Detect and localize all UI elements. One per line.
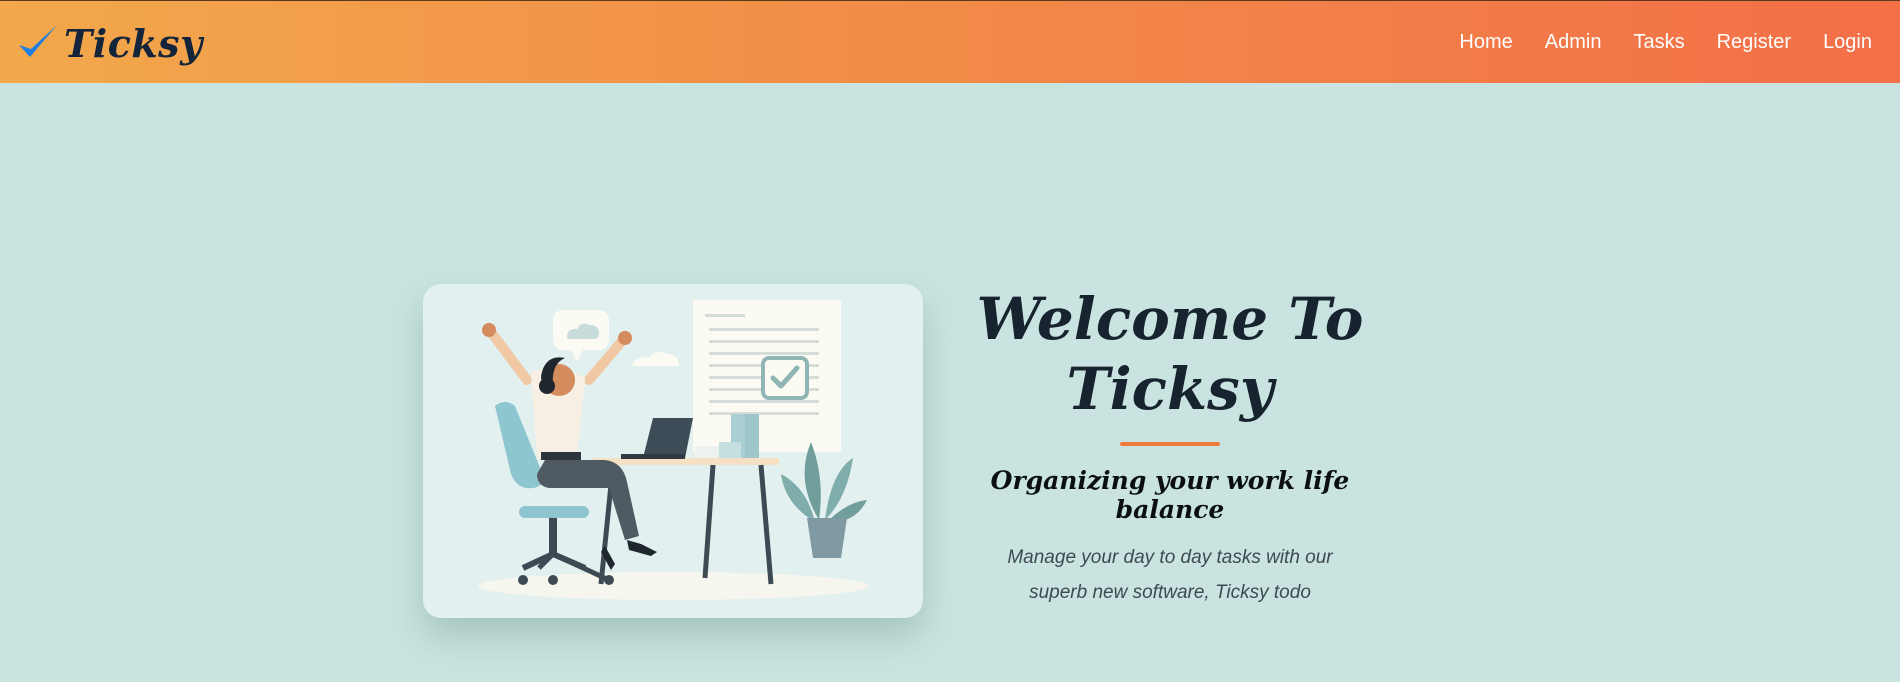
hero-description-line2: superb new software, Ticksy todo [1029, 582, 1311, 603]
brand-name: Ticksy [64, 20, 203, 66]
nav-admin-link[interactable]: Admin [1545, 31, 1602, 54]
hero-subtitle: Organizing your work life balance [990, 466, 1350, 524]
hero-title-line2: Ticksy [1066, 355, 1274, 423]
woman-celebrating-at-desk-illustration [478, 300, 868, 600]
nav-register-link[interactable]: Register [1717, 31, 1791, 54]
hero-illustration-card [423, 284, 923, 618]
hero-description-line1: Manage your day to day tasks with our [1007, 547, 1333, 568]
nav-login-link[interactable]: Login [1823, 31, 1872, 54]
nav-home-link[interactable]: Home [1459, 31, 1512, 54]
hero-title: Welcome To Ticksy [960, 284, 1380, 424]
hero-title-line1: Welcome To [976, 285, 1364, 353]
hero-description: Manage your day to day tasks with our su… [960, 540, 1380, 610]
brand-logo[interactable]: Ticksy [16, 13, 203, 73]
checkmark-icon [19, 25, 57, 57]
top-navbar: Ticksy Home Admin Tasks Register Login [0, 0, 1900, 83]
hero-divider [1120, 442, 1220, 446]
main-nav: Home Admin Tasks Register Login [1459, 1, 1900, 84]
hero-text-block: Welcome To Ticksy Organizing your work l… [960, 284, 1380, 610]
nav-tasks-link[interactable]: Tasks [1633, 31, 1684, 54]
